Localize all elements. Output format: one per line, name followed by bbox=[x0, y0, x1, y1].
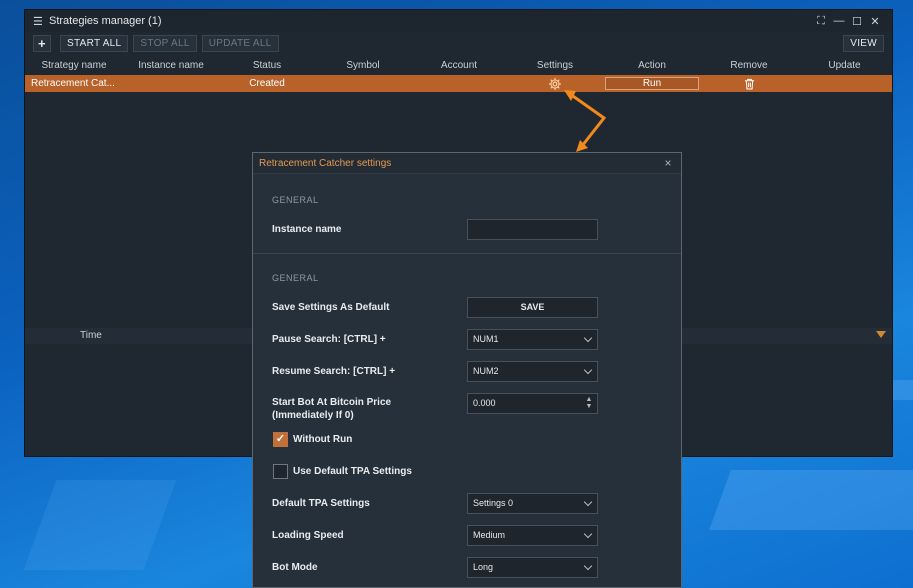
chevron-down-icon bbox=[583, 333, 593, 343]
start-bot-label-line2: (Immediately If 0) bbox=[272, 410, 354, 421]
pause-search-label: Pause Search: [CTRL] + bbox=[272, 334, 386, 345]
col-instance-name[interactable]: Instance name bbox=[123, 58, 219, 74]
filter-icon[interactable] bbox=[876, 331, 886, 338]
hamburger-menu-icon[interactable]: ☰ bbox=[33, 15, 45, 28]
cell-status: Created bbox=[249, 78, 285, 89]
bot-mode-value: Long bbox=[473, 562, 494, 572]
use-default-tpa-label: Use Default TPA Settings bbox=[293, 466, 412, 477]
bot-mode-label: Bot Mode bbox=[272, 562, 318, 573]
dialog-close-icon[interactable]: × bbox=[661, 156, 675, 170]
dialog-titlebar: Retracement Catcher settings × bbox=[253, 153, 681, 174]
default-tpa-value: Settings 0 bbox=[473, 498, 514, 508]
annotation-arrow-icon bbox=[564, 90, 607, 152]
toolbar: + START ALL STOP ALL UPDATE ALL VIEW bbox=[25, 32, 892, 54]
start-bot-price-input[interactable]: 0.000 ▲ ▼ bbox=[467, 393, 598, 414]
col-settings[interactable]: Settings bbox=[507, 58, 603, 74]
instance-name-label: Instance name bbox=[272, 224, 342, 235]
chevron-down-icon bbox=[583, 497, 593, 507]
view-button[interactable]: VIEW bbox=[843, 34, 884, 52]
col-account[interactable]: Account bbox=[411, 58, 507, 74]
save-button[interactable]: SAVE bbox=[467, 297, 598, 318]
table-header: Strategy name Instance name Status Symbo… bbox=[25, 58, 892, 74]
start-bot-label-line1: Start Bot At Bitcoin Price bbox=[272, 397, 392, 408]
minimize-icon[interactable]: — bbox=[830, 15, 848, 27]
table-row[interactable]: Retracement Cat... Created Run bbox=[25, 75, 892, 92]
settings-dialog: Retracement Catcher settings × GENERAL I… bbox=[252, 152, 682, 588]
chevron-down-icon bbox=[583, 529, 593, 539]
cell-remove bbox=[701, 78, 797, 90]
cell-strategy-name: Retracement Cat... bbox=[31, 78, 115, 89]
default-tpa-select[interactable]: Settings 0 bbox=[467, 493, 598, 514]
use-default-tpa-checkbox[interactable] bbox=[273, 464, 288, 479]
expand-icon[interactable]: ⛶ bbox=[812, 15, 830, 28]
pause-search-value: NUM1 bbox=[473, 334, 499, 344]
maximize-icon[interactable]: ☐ bbox=[848, 15, 866, 28]
col-action[interactable]: Action bbox=[603, 58, 701, 74]
section-general-1: GENERAL bbox=[272, 195, 319, 205]
cell-action: Run bbox=[603, 77, 701, 90]
spinner-arrows-icon[interactable]: ▲ ▼ bbox=[585, 396, 593, 411]
loading-speed-select[interactable]: Medium bbox=[467, 525, 598, 546]
without-run-checkbox[interactable]: ✓ bbox=[273, 432, 288, 447]
resume-search-select[interactable]: NUM2 bbox=[467, 361, 598, 382]
dialog-title: Retracement Catcher settings bbox=[259, 157, 392, 169]
trash-icon[interactable] bbox=[744, 78, 755, 90]
chevron-down-icon bbox=[583, 561, 593, 571]
close-icon[interactable]: ✕ bbox=[866, 15, 884, 28]
window-titlebar: ☰ Strategies manager (1) ⛶ — ☐ ✕ bbox=[25, 10, 892, 32]
log-time-header[interactable]: Time bbox=[80, 330, 102, 341]
resume-search-label: Resume Search: [CTRL] + bbox=[272, 366, 396, 377]
col-update[interactable]: Update bbox=[797, 58, 892, 74]
col-strategy-name[interactable]: Strategy name bbox=[25, 58, 123, 74]
window-title: Strategies manager (1) bbox=[49, 15, 162, 27]
desktop-light-streak bbox=[709, 470, 913, 530]
chevron-down-icon bbox=[583, 365, 593, 375]
update-all-button[interactable]: UPDATE ALL bbox=[201, 34, 279, 52]
start-all-button[interactable]: START ALL bbox=[60, 34, 129, 52]
section-general-2: GENERAL bbox=[272, 273, 319, 283]
col-symbol[interactable]: Symbol bbox=[315, 58, 411, 74]
section-divider bbox=[253, 253, 681, 254]
default-tpa-label: Default TPA Settings bbox=[272, 498, 370, 509]
pause-search-select[interactable]: NUM1 bbox=[467, 329, 598, 350]
desktop-light-streak bbox=[23, 480, 177, 570]
start-bot-price-value: 0.000 bbox=[473, 398, 496, 408]
resume-search-value: NUM2 bbox=[473, 366, 499, 376]
add-strategy-button[interactable]: + bbox=[33, 34, 51, 52]
loading-speed-label: Loading Speed bbox=[272, 530, 344, 541]
without-run-label: Without Run bbox=[293, 434, 353, 445]
start-bot-label: Start Bot At Bitcoin Price (Immediately … bbox=[272, 396, 391, 422]
loading-speed-value: Medium bbox=[473, 530, 506, 540]
col-remove[interactable]: Remove bbox=[701, 58, 797, 74]
stop-all-button[interactable]: STOP ALL bbox=[133, 34, 197, 52]
instance-name-input[interactable] bbox=[467, 219, 598, 240]
save-default-label: Save Settings As Default bbox=[272, 302, 390, 313]
run-button[interactable]: Run bbox=[605, 77, 699, 90]
bot-mode-select[interactable]: Long bbox=[467, 557, 598, 578]
col-status[interactable]: Status bbox=[219, 58, 315, 74]
